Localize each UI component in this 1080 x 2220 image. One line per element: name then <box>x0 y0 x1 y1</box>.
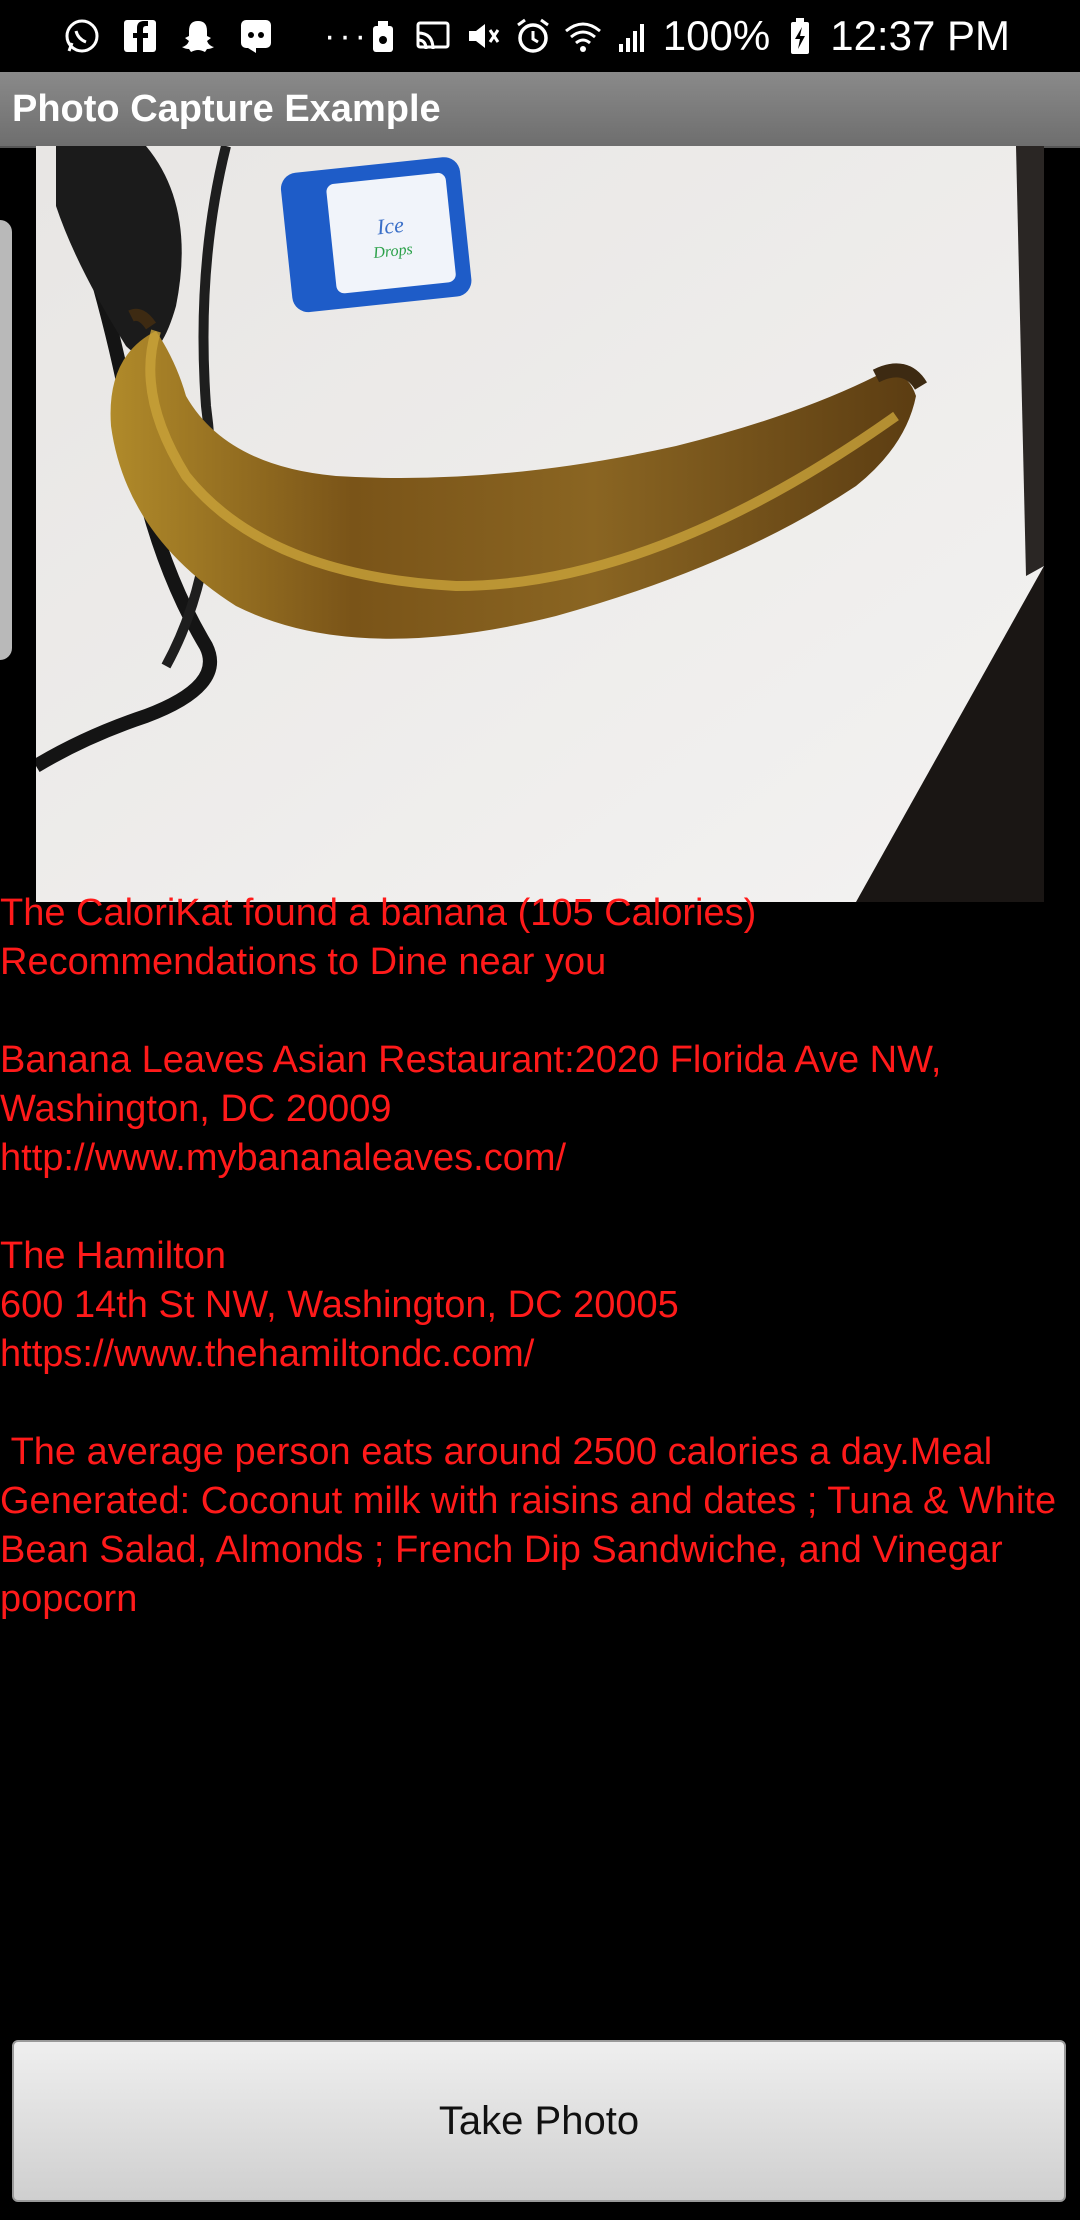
recommendations-heading: Recommendations to Dine near you <box>0 941 607 983</box>
cast-icon <box>413 16 453 56</box>
restaurant-2-address: 600 14th St NW, Washington, DC 20005 <box>0 1284 679 1326</box>
whatsapp-icon <box>62 16 102 56</box>
android-icon <box>363 16 403 56</box>
meal-plan-text: The average person eats around 2500 calo… <box>0 1431 1067 1620</box>
clock: 12:37 PM <box>830 12 1010 59</box>
snapchat-icon <box>178 16 218 56</box>
alarm-icon <box>513 16 553 56</box>
signal-icon <box>613 16 653 56</box>
banana-photo-image: Ice Drops <box>36 146 1044 902</box>
photo-preview: Ice Drops <box>36 146 1044 902</box>
detection-result: The CaloriKat found a banana (105 Calori… <box>0 892 757 934</box>
restaurant-2-link[interactable]: https://www.thehamiltondc.com/ <box>0 1330 1070 1379</box>
side-drawer-handle[interactable] <box>0 220 12 660</box>
svg-text:Ice: Ice <box>375 212 406 240</box>
battery-percent: 100% <box>662 12 771 59</box>
battery-charging-icon <box>780 16 820 56</box>
result-text: The CaloriKat found a banana (105 Calori… <box>0 889 1070 1624</box>
wifi-icon <box>563 16 603 56</box>
app-title: Photo Capture Example <box>12 88 441 130</box>
facebook-icon <box>120 16 160 56</box>
status-right: 100% 12:37 PM <box>363 12 1010 60</box>
take-photo-button[interactable]: Take Photo <box>12 2040 1066 2202</box>
discord-icon <box>236 16 276 56</box>
action-bar: Photo Capture Example <box>0 72 1080 148</box>
mute-icon <box>463 16 503 56</box>
screen: ··· 100% 12:37 PM Photo Capture Example … <box>0 0 1080 2220</box>
restaurant-1-link[interactable]: http://www.mybananaleaves.com/ <box>0 1134 1070 1183</box>
restaurant-1-address: Banana Leaves Asian Restaurant:2020 Flor… <box>0 1039 953 1130</box>
status-left: ··· <box>62 12 410 60</box>
status-bar: ··· 100% 12:37 PM <box>0 0 1080 72</box>
restaurant-2-name: The Hamilton <box>0 1235 226 1277</box>
